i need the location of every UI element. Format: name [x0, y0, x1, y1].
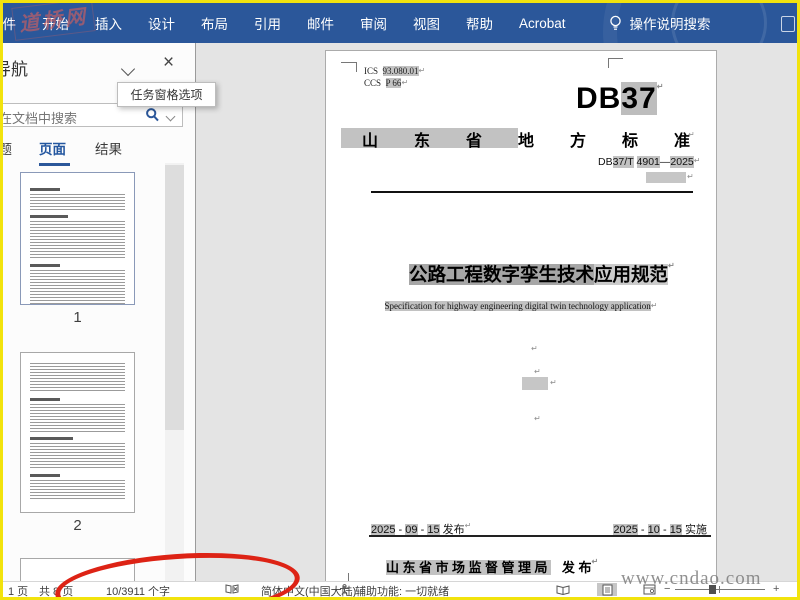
- standard-number: DB37/T 4901—2025↵: [598, 156, 701, 168]
- print-layout-button[interactable]: [597, 583, 617, 596]
- paragraph-mark: ↵: [688, 130, 695, 139]
- page-thumbnail-2[interactable]: [20, 352, 135, 513]
- ribbon-tab-acrobat[interactable]: Acrobat: [519, 16, 566, 31]
- thumb-heading-line: [30, 215, 68, 218]
- ccs-value: P 66: [385, 78, 402, 88]
- ribbon-tab-insert[interactable]: 插入: [95, 13, 122, 33]
- publish-word: 发 布: [561, 560, 592, 575]
- ribbon-tab-help[interactable]: 帮助: [466, 13, 493, 33]
- accessibility-icon[interactable]: [339, 584, 350, 595]
- nav-tab-pages[interactable]: 页面: [39, 138, 66, 158]
- thumb-text-block: [30, 194, 125, 210]
- thumb-heading-line: [30, 264, 61, 267]
- thumb-text-block: [30, 480, 125, 500]
- thumb-text-block: [30, 221, 125, 259]
- pane-close-icon[interactable]: ×: [163, 52, 174, 74]
- thumb-text-block: [30, 404, 125, 432]
- ics-label: ICS: [364, 66, 379, 76]
- nav-scrollbar[interactable]: [165, 163, 184, 582]
- document-page[interactable]: ICS 93.080.01↵ CCS P 66↵ DB37↵ 山东省地方标准 ↵…: [325, 50, 717, 582]
- paragraph-mark: ↵: [687, 172, 694, 181]
- margin-mark: [356, 62, 357, 72]
- status-page[interactable]: 1 页: [8, 583, 28, 597]
- pane-options-chevron-icon[interactable]: [120, 61, 136, 77]
- paragraph-mark: ↵: [656, 82, 665, 91]
- share-icon[interactable]: [781, 16, 795, 32]
- document-title: 公路工程数字孪生技术应用规范↵: [409, 261, 675, 285]
- thumbnail-1-label: 1: [73, 309, 82, 326]
- highlight-blank: [646, 172, 686, 183]
- search-icon[interactable]: [145, 107, 160, 123]
- thumb-text-block: [30, 363, 125, 393]
- paragraph-mark: ↵: [534, 414, 541, 423]
- watermark-site-url: www.cndao.com: [621, 568, 762, 589]
- thumb-heading-line: [30, 398, 61, 401]
- read-mode-button[interactable]: [553, 583, 573, 596]
- publisher-name: 山东省市场监督管理局: [386, 560, 552, 575]
- paragraph-mark: ↵: [464, 521, 472, 530]
- margin-mark: [608, 58, 623, 59]
- paragraph-mark: ↵: [591, 557, 599, 566]
- cover-rule-top: [371, 191, 693, 193]
- pane-options-tooltip: 任务窗格选项: [117, 82, 216, 107]
- page-thumbnail-1[interactable]: [20, 172, 135, 305]
- margin-mark: [341, 62, 356, 63]
- nav-scrollbar-thumb[interactable]: [165, 165, 184, 430]
- thumb-text-block: [30, 270, 125, 304]
- nav-tab-results[interactable]: 结果: [95, 138, 122, 158]
- ribbon-tab-review[interactable]: 审阅: [360, 13, 387, 33]
- thumbnail-2-label: 2: [73, 517, 82, 534]
- paragraph-mark: ↵: [550, 378, 557, 387]
- status-accessibility[interactable]: 辅助功能: 一切就绪: [355, 583, 449, 597]
- thumb-heading-line: [30, 188, 61, 191]
- thumb-text-block: [30, 443, 125, 469]
- paragraph-mark: ↵: [534, 367, 541, 376]
- ribbon-tab-references[interactable]: 引用: [254, 13, 281, 33]
- standard-code-logo: DB37↵: [576, 82, 665, 115]
- margin-mark: [348, 573, 349, 581]
- ribbon-tab-view[interactable]: 视图: [413, 13, 440, 33]
- active-tab-underline: [39, 163, 70, 166]
- standard-name: 山东省地方标准: [362, 133, 727, 150]
- watermark-emblem-inner: [671, 3, 767, 43]
- document-subtitle-en: Specification for highway engineering di…: [384, 301, 658, 311]
- app-window: 文件 开始 插入 设计 布局 引用 邮件 审阅 视图 帮助 Acrobat 操作…: [0, 0, 800, 600]
- publisher-line: 山东省市场监督管理局 发 布↵: [386, 557, 598, 576]
- search-options-chevron-icon[interactable]: [165, 111, 176, 122]
- navigation-pane: 导航 × 在文档中搜索 标题 页面 结果 1: [3, 43, 195, 582]
- paragraph-mark: ↵: [531, 344, 538, 353]
- ribbon-tab-mailings[interactable]: 邮件: [307, 13, 334, 33]
- margin-mark: [608, 58, 609, 68]
- ics-value: 93.080.01: [382, 66, 419, 76]
- paragraph-mark: ↵: [668, 261, 675, 270]
- cover-rule-bottom: [369, 535, 711, 537]
- paragraph-mark: ↵: [401, 78, 409, 87]
- ribbon-tab-design[interactable]: 设计: [148, 13, 175, 33]
- nav-tab-headings[interactable]: 标题: [3, 138, 12, 158]
- ribbon-bar: 文件 开始 插入 设计 布局 引用 邮件 审阅 视图 帮助 Acrobat 操作…: [3, 3, 797, 43]
- highlight-blank: [522, 377, 548, 390]
- paragraph-mark: ↵: [418, 66, 426, 75]
- document-canvas: ICS 93.080.01↵ CCS P 66↵ DB37↵ 山东省地方标准 ↵…: [196, 43, 797, 582]
- navigation-pane-title: 导航: [3, 60, 28, 79]
- paragraph-mark: ↵: [693, 156, 701, 165]
- ribbon-tab-layout[interactable]: 布局: [201, 13, 228, 33]
- thumb-heading-line: [30, 437, 73, 440]
- zoom-in-button[interactable]: +: [773, 583, 779, 595]
- search-placeholder: 在文档中搜索: [3, 111, 78, 126]
- paragraph-mark: ↵: [650, 301, 658, 310]
- ccs-label: CCS: [364, 78, 382, 88]
- thumb-heading-line: [30, 474, 61, 477]
